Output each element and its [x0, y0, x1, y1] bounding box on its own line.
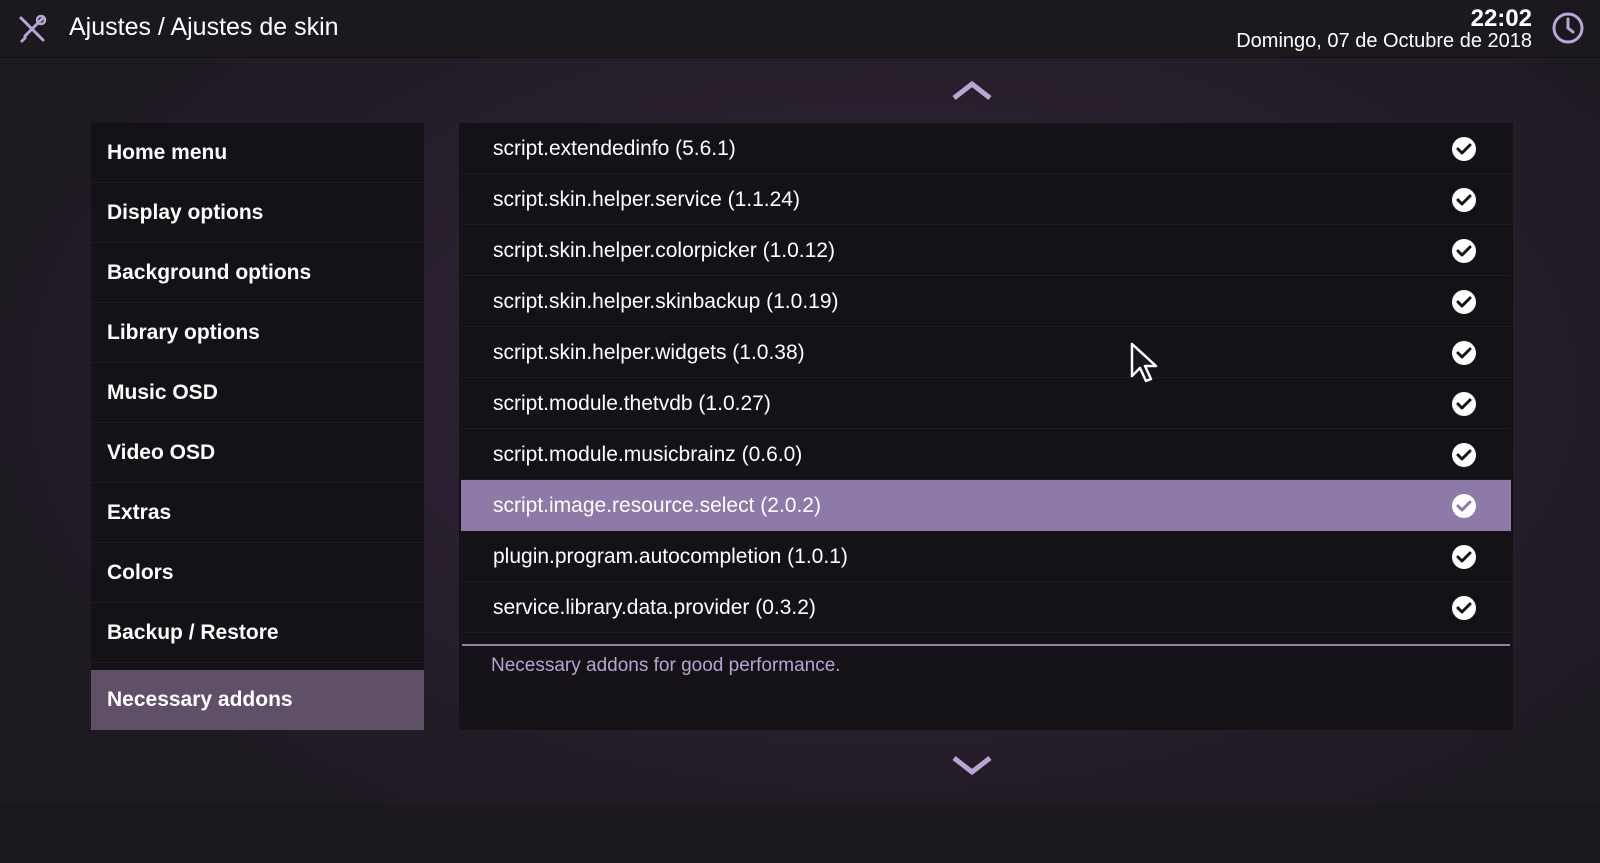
addon-row[interactable]: plugin.program.autocompletion (1.0.1)	[461, 531, 1511, 582]
sidebar-item-label: Video OSD	[107, 441, 216, 464]
clock-time: 22:02	[1470, 5, 1532, 32]
checkmark-icon	[1452, 341, 1476, 365]
sidebar-item-label: Home menu	[107, 141, 228, 164]
sidebar-item-label: Backup / Restore	[107, 621, 279, 644]
sidebar-item-backup-restore[interactable]: Backup / Restore	[91, 603, 424, 663]
sidebar-item-label: Display options	[107, 201, 264, 224]
mouse-pointer-icon	[1130, 342, 1158, 383]
sidebar-item-label: Extras	[107, 501, 172, 524]
page-title: Ajustes / Ajustes de skin	[69, 13, 339, 41]
checkmark-icon	[1452, 290, 1476, 314]
addon-row[interactable]: script.module.musicbrainz (0.6.0)	[461, 429, 1511, 480]
sidebar-item-label: Necessary addons	[107, 688, 293, 711]
addon-label: service.library.data.provider (0.3.2)	[493, 596, 816, 619]
sidebar-item-label: Colors	[107, 561, 174, 584]
sidebar-item-extras[interactable]: Extras	[91, 483, 424, 543]
sidebar-item-display-options[interactable]: Display options	[91, 183, 424, 243]
footer-bar	[0, 803, 1600, 863]
addon-list-panel: script.extendedinfo (5.6.1) script.skin.…	[459, 123, 1513, 730]
sidebar-item-label: Library options	[107, 321, 260, 344]
checkmark-icon	[1452, 494, 1476, 518]
addon-row[interactable]: script.skin.helper.skinbackup (1.0.19)	[461, 276, 1511, 327]
clock-date: Domingo, 07 de Octubre de 2018	[1236, 30, 1532, 52]
header-bar: Ajustes / Ajustes de skin 22:02 Domingo,…	[0, 0, 1600, 58]
addon-label: script.skin.helper.widgets (1.0.38)	[493, 341, 805, 364]
sidebar-item-label: Background options	[107, 261, 312, 284]
checkmark-icon	[1452, 239, 1476, 263]
addon-label: script.skin.helper.service (1.1.24)	[493, 188, 800, 211]
addon-label: script.module.musicbrainz (0.6.0)	[493, 443, 803, 466]
sidebar-item-necessary-addons[interactable]: Necessary addons	[91, 670, 424, 730]
addon-row[interactable]: script.skin.helper.colorpicker (1.0.12)	[461, 225, 1511, 276]
checkmark-icon	[1452, 443, 1476, 467]
settings-category-sidebar: Home menu Display options Background opt…	[91, 123, 424, 730]
checkmark-icon	[1452, 392, 1476, 416]
checkmark-icon	[1452, 596, 1476, 620]
addon-row[interactable]: script.module.thetvdb (1.0.27)	[461, 378, 1511, 429]
addon-label: script.skin.helper.skinbackup (1.0.19)	[493, 290, 839, 313]
setting-description: Necessary addons for good performance.	[491, 655, 841, 676]
addon-label: plugin.program.autocompletion (1.0.1)	[493, 545, 848, 568]
checkmark-icon	[1452, 545, 1476, 569]
sidebar-item-colors[interactable]: Colors	[91, 543, 424, 603]
sidebar-item-home-menu[interactable]: Home menu	[91, 123, 424, 183]
scroll-up-arrow-icon[interactable]	[952, 80, 992, 102]
addon-row[interactable]: script.extendedinfo (5.6.1)	[461, 123, 1511, 174]
checkmark-icon	[1452, 137, 1476, 161]
addon-label: script.extendedinfo (5.6.1)	[493, 137, 736, 160]
sidebar-item-background-options[interactable]: Background options	[91, 243, 424, 303]
skin-settings-screen: Ajustes / Ajustes de skin 22:02 Domingo,…	[0, 0, 1600, 863]
sidebar-item-video-osd[interactable]: Video OSD	[91, 423, 424, 483]
addon-row[interactable]: service.library.data.provider (0.3.2)	[461, 582, 1511, 633]
checkmark-icon	[1452, 188, 1476, 212]
scroll-down-arrow-icon[interactable]	[952, 754, 992, 776]
description-divider	[462, 644, 1510, 646]
sidebar-item-label: Music OSD	[107, 381, 218, 404]
addon-row[interactable]: script.skin.helper.service (1.1.24)	[461, 174, 1511, 225]
addon-label: script.skin.helper.colorpicker (1.0.12)	[493, 239, 835, 262]
addon-row[interactable]: script.skin.helper.widgets (1.0.38)	[461, 327, 1511, 378]
settings-tools-icon	[19, 14, 47, 43]
sidebar-item-library-options[interactable]: Library options	[91, 303, 424, 363]
sidebar-item-music-osd[interactable]: Music OSD	[91, 363, 424, 423]
addon-row-selected[interactable]: script.image.resource.select (2.0.2)	[461, 480, 1511, 531]
clock-icon	[1552, 12, 1584, 44]
addon-label: script.module.thetvdb (1.0.27)	[493, 392, 771, 415]
addon-label: script.image.resource.select (2.0.2)	[493, 494, 821, 517]
